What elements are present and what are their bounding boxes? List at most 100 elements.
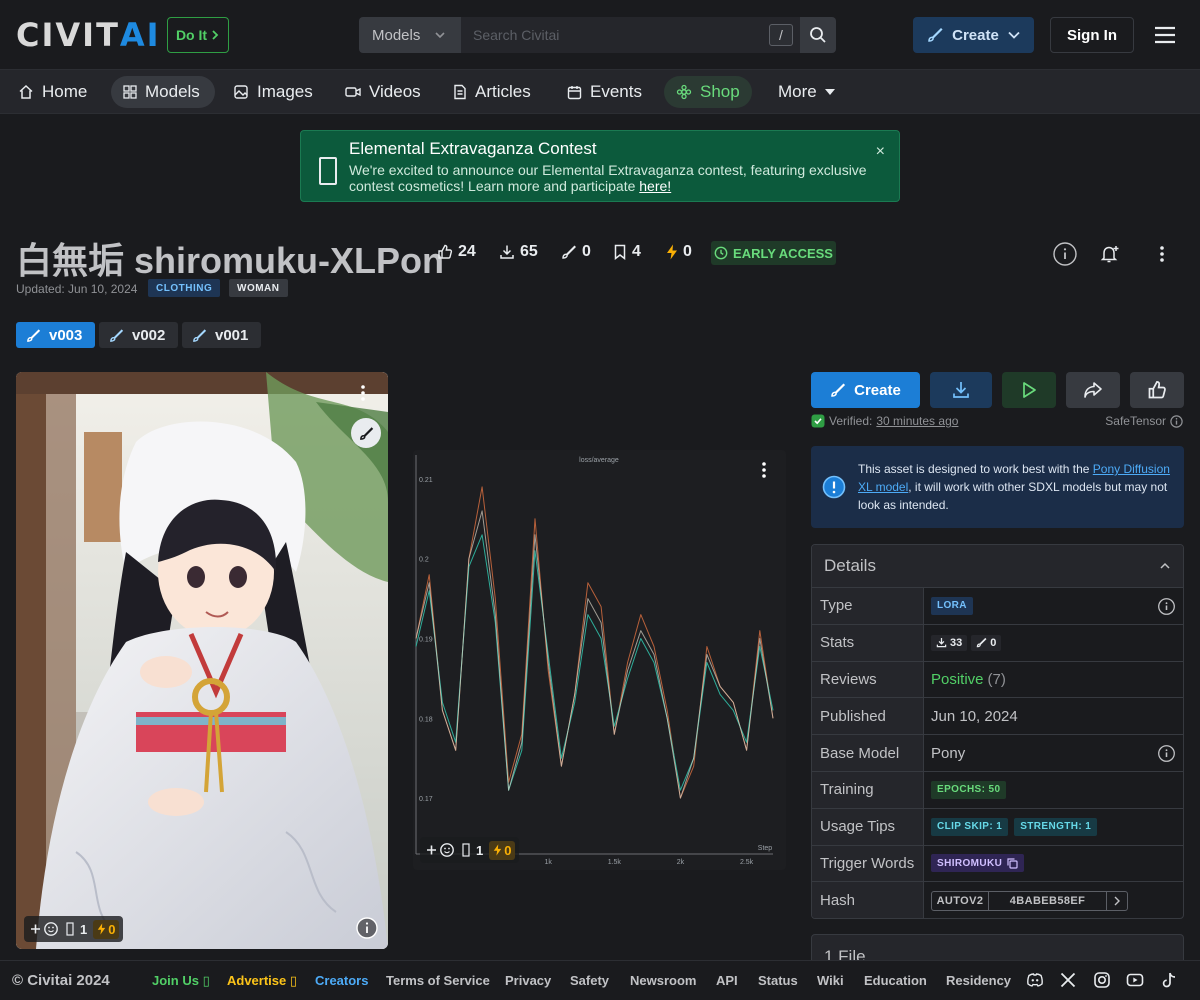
more-options-button[interactable]: [1148, 240, 1176, 268]
bolt-icon: [667, 244, 677, 260]
gallery-chart-card[interactable]: loss/average 0.21 0.2 0.19 0.18 0.17 1k 1.5k 2…: [413, 450, 786, 870]
instagram-icon[interactable]: [1093, 971, 1111, 989]
nav-videos[interactable]: Videos: [333, 76, 433, 108]
chart-buzz-button[interactable]: 0: [489, 840, 516, 860]
contest-announcement: Elemental Extravaganza Contest We're exc…: [300, 130, 900, 202]
remix-button[interactable]: [351, 418, 381, 448]
model-info-button[interactable]: [1051, 240, 1079, 268]
footer-privacy[interactable]: Privacy: [505, 973, 551, 988]
top-header: CIVITAI Do It Models / Create Sign In: [0, 0, 1200, 70]
brush-icon: [562, 245, 576, 259]
nav-shop[interactable]: Shop: [664, 76, 752, 108]
thumbs-up-icon: [1148, 380, 1166, 399]
discord-icon[interactable]: [1026, 971, 1044, 989]
footer-copyright: © Civitai 2024: [12, 972, 110, 989]
y-tick-label: 0.18: [419, 716, 433, 723]
tag-woman[interactable]: WOMAN: [229, 279, 288, 297]
create-button[interactable]: Create: [811, 372, 920, 408]
chevron-up-icon: [1160, 562, 1170, 569]
search-icon: [810, 27, 826, 43]
trigger-word-badge[interactable]: SHIROMUKU: [931, 854, 1025, 873]
add-reaction-icon[interactable]: [426, 842, 456, 858]
youtube-icon[interactable]: [1126, 971, 1144, 989]
announcement-link[interactable]: here!: [639, 178, 671, 194]
hash-value[interactable]: 4BABEB58EF: [989, 891, 1107, 910]
footer-creators[interactable]: Creators: [315, 973, 368, 988]
footer-api[interactable]: API: [716, 973, 738, 988]
footer-safety[interactable]: Safety: [570, 973, 609, 988]
info-icon[interactable]: [1170, 414, 1183, 428]
announcement-title: Elemental Extravaganza Contest: [349, 139, 597, 158]
gallery-image-card[interactable]: 1 0: [16, 372, 388, 949]
info-icon[interactable]: [356, 917, 378, 939]
thumbs-up-icon: [438, 244, 453, 259]
dots-vertical-icon[interactable]: [761, 461, 767, 479]
chart-xlabel: Step: [758, 845, 773, 852]
updated-date: Updated: Jun 10, 2024: [16, 282, 138, 296]
version-v002[interactable]: v002: [99, 322, 178, 348]
compatibility-alert: This asset is designed to work best with…: [811, 446, 1184, 528]
nav-images[interactable]: Images: [221, 76, 325, 108]
hash-next-button[interactable]: [1107, 892, 1127, 910]
tiktok-icon[interactable]: [1160, 971, 1178, 989]
do-it-button[interactable]: Do It: [167, 17, 229, 53]
bolt-icon: [97, 923, 106, 935]
search-category-select[interactable]: Models: [359, 17, 461, 53]
footer-join-us[interactable]: Join Us ▯: [152, 973, 210, 989]
nav-events[interactable]: Events: [555, 76, 654, 108]
nav-more[interactable]: More: [766, 76, 847, 108]
image-icon: [234, 85, 248, 99]
detail-row-stats: Stats 33 0: [812, 624, 1183, 662]
download-button[interactable]: [930, 372, 992, 408]
hash-type[interactable]: AUTOV2: [932, 891, 989, 910]
share-button[interactable]: [1066, 372, 1120, 408]
footer-residency[interactable]: Residency: [946, 973, 1011, 988]
add-reaction-icon[interactable]: [30, 921, 60, 937]
chevron-down-icon: [1008, 31, 1020, 39]
x-twitter-icon[interactable]: [1059, 971, 1077, 989]
version-v001[interactable]: v001: [182, 322, 261, 348]
footer-wiki[interactable]: Wiki: [817, 973, 844, 988]
info-icon[interactable]: [1158, 745, 1175, 763]
notify-button[interactable]: [1096, 240, 1124, 268]
footer-newsroom[interactable]: Newsroom: [630, 973, 696, 988]
main-nav: Home Models Images Videos Articles Event…: [0, 70, 1200, 114]
chart-reactions: 1 0: [420, 837, 520, 863]
nav-models[interactable]: Models: [111, 76, 215, 108]
detail-row-type: Type LORA: [812, 588, 1183, 625]
footer-status[interactable]: Status: [758, 973, 798, 988]
image-buzz-button[interactable]: 0: [93, 919, 120, 939]
search-button[interactable]: [800, 17, 836, 53]
menu-icon[interactable]: [1153, 24, 1177, 46]
sign-in-button[interactable]: Sign In: [1050, 17, 1134, 53]
version-v003[interactable]: v003: [16, 322, 95, 348]
tag-clothing[interactable]: CLOTHING: [148, 279, 221, 297]
search-input[interactable]: [461, 17, 800, 53]
create-menu-button[interactable]: Create: [913, 17, 1034, 53]
verified-time-link[interactable]: 30 minutes ago: [876, 414, 958, 428]
stats-downloads: 33: [931, 634, 968, 651]
bolt-icon: [493, 844, 502, 856]
nav-articles[interactable]: Articles: [441, 76, 543, 108]
play-button[interactable]: [1002, 372, 1056, 408]
alert-circle-icon: [822, 475, 846, 499]
search-shortcut-key: /: [769, 24, 793, 46]
footer-terms[interactable]: Terms of Service: [386, 973, 490, 988]
detail-row-reviews: Reviews Positive (7): [812, 661, 1183, 699]
footer-education[interactable]: Education: [864, 973, 927, 988]
dots-vertical-icon[interactable]: [360, 384, 366, 402]
footer-advertise[interactable]: Advertise ▯: [227, 973, 297, 989]
close-icon[interactable]: ×: [876, 143, 885, 161]
detail-row-base-model: Base Model Pony: [812, 735, 1183, 772]
share-icon: [1084, 382, 1102, 398]
brush-icon: [977, 638, 987, 648]
info-icon[interactable]: [1158, 598, 1175, 615]
like-button[interactable]: [1130, 372, 1184, 408]
reviews-sentiment[interactable]: Positive: [931, 671, 984, 688]
details-header[interactable]: Details: [812, 545, 1183, 588]
home-icon: [19, 84, 33, 99]
nav-home[interactable]: Home: [6, 76, 99, 108]
civitai-logo[interactable]: CIVIT AI: [16, 16, 161, 54]
y-tick-label: 0.17: [419, 796, 433, 803]
likes-stat: 24: [437, 243, 476, 261]
